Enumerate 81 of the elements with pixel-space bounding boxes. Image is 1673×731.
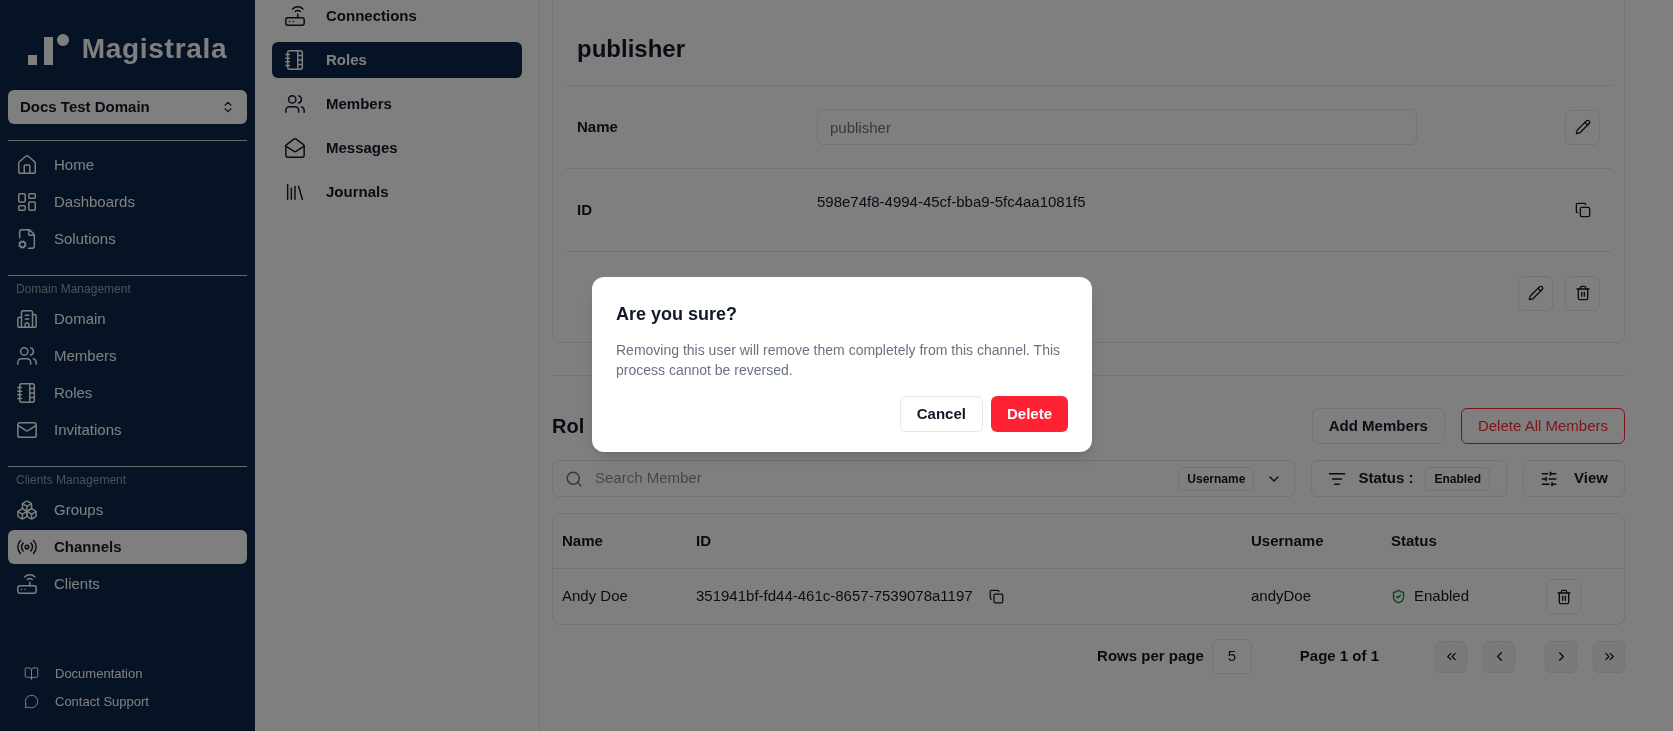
subnav-item[interactable]: Messages <box>272 130 522 166</box>
router-icon <box>16 573 38 595</box>
name-input[interactable]: publisher <box>817 109 1417 145</box>
search-field[interactable]: Search Member Username <box>552 460 1296 497</box>
sidebar-item[interactable]: Dashboards <box>8 185 247 219</box>
column-header: ID <box>696 530 712 551</box>
status-text: Enabled <box>1414 586 1470 607</box>
role-id: 598e74f8-4994-45cf-bba9-5fc4aa1081f5 <box>817 193 1086 210</box>
book-icon <box>24 666 39 682</box>
sidebar-item[interactable]: Clients <box>8 567 247 601</box>
footer-link[interactable]: Contact Support <box>8 691 247 711</box>
edit-button[interactable] <box>1565 109 1600 145</box>
sidebar-item[interactable]: Invitations <box>8 413 247 447</box>
domain-selector[interactable]: Docs Test Domain <box>8 90 247 124</box>
notebook-icon <box>16 382 38 404</box>
filter-tag[interactable]: Username <box>1178 466 1255 491</box>
column-header: Status <box>1391 530 1438 551</box>
section-title: Domain Management <box>15 281 132 298</box>
sidebar-item[interactable]: Domain <box>8 302 247 336</box>
pencil-icon <box>1574 119 1591 135</box>
delete-confirm-button[interactable]: Delete <box>990 396 1068 432</box>
delete-button[interactable] <box>1546 579 1581 614</box>
status-tag: Enabled <box>1425 466 1491 491</box>
subnav-item[interactable]: Journals <box>272 174 522 210</box>
sliders-icon <box>1540 469 1559 488</box>
rows-per-page-select[interactable]: 5 <box>1211 639 1252 674</box>
pagination-button[interactable] <box>1435 640 1467 673</box>
page-indicator: Page 1 of 1 <box>1299 646 1379 667</box>
table-cell-text: 351941bf-fd44-461c-8657-7539078a1197 <box>696 586 973 607</box>
field-label: ID <box>577 201 592 218</box>
sidebar-item[interactable]: Groups <box>8 493 247 527</box>
users-icon <box>16 345 38 367</box>
sidebar-item[interactable]: Channels <box>8 530 247 564</box>
sidebar-item[interactable]: Home <box>8 148 247 182</box>
chat-icon <box>24 693 39 709</box>
column-header: Name <box>562 530 604 551</box>
shield-icon <box>1391 589 1406 604</box>
cubes-icon <box>16 499 38 521</box>
trash-icon <box>1574 285 1591 301</box>
status-filter-button[interactable]: Status : Enabled <box>1311 460 1508 497</box>
grid-icon <box>16 191 38 213</box>
cancel-button[interactable]: Cancel <box>899 396 983 432</box>
logo-text: Magistrala <box>81 32 228 66</box>
mail-stack-icon <box>284 137 306 159</box>
copy-icon[interactable] <box>988 589 1004 604</box>
delete-button[interactable] <box>1565 275 1600 311</box>
trash-icon <box>1555 588 1572 605</box>
table-cell-text: andyDoe <box>1251 586 1313 607</box>
logo-icon <box>27 33 70 65</box>
diagram-icon <box>16 228 38 250</box>
sidebar-item[interactable]: Solutions <box>8 222 247 256</box>
field-label: Name <box>577 118 618 135</box>
delete-all-members-button[interactable]: Delete All Members <box>1460 408 1625 444</box>
subnav-item[interactable]: Roles <box>272 42 522 78</box>
sidebar-item[interactable]: Roles <box>8 376 247 410</box>
search-icon <box>565 469 583 488</box>
sidebar-item[interactable]: Members <box>8 339 247 373</box>
subnav-item[interactable]: Members <box>272 86 522 122</box>
column-header: Username <box>1251 530 1325 551</box>
router-icon <box>284 5 306 27</box>
section-heading: Rol <box>552 414 585 439</box>
mail-icon <box>16 419 38 441</box>
notebook-icon <box>284 49 306 71</box>
pagination-button[interactable] <box>1593 640 1625 673</box>
pencil-icon <box>1527 285 1544 301</box>
copy-icon <box>1574 202 1591 218</box>
section-title: Clients Management <box>15 472 128 489</box>
subnav-item[interactable]: Connections <box>272 0 522 34</box>
dialog-message: Removing this user will remove them completely from this channel. This process cannot be reversed. <box>616 341 1062 380</box>
role-title: publisher <box>576 34 686 64</box>
edit-button[interactable] <box>1518 275 1553 311</box>
view-button[interactable]: View <box>1523 460 1625 497</box>
books-icon <box>284 181 306 203</box>
building-icon <box>16 308 38 330</box>
add-members-button[interactable]: Add Members <box>1311 408 1445 444</box>
dialog-title: Are you sure? <box>616 303 739 326</box>
users-icon <box>284 93 306 115</box>
footer-link[interactable]: Documentation <box>8 664 247 684</box>
home-icon <box>16 154 38 176</box>
rows-per-page-label: Rows per page <box>1097 646 1204 667</box>
table-cell-text: Andy Doe <box>562 586 629 607</box>
